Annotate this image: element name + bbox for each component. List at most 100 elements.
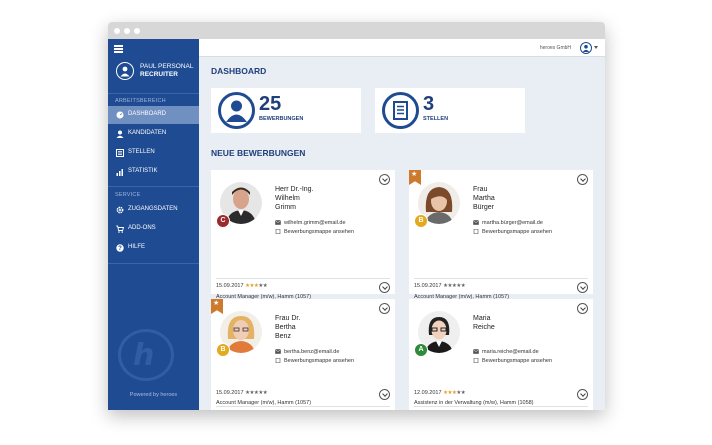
sidebar-item-hilfe[interactable]: ? HILFE	[108, 239, 199, 257]
divider	[414, 406, 588, 407]
job-position: Account Manager (m/w), Hamm (1057)	[216, 400, 312, 406]
sidebar-item-zugangsdaten[interactable]: ZUGANGSDATEN	[108, 201, 199, 219]
applicant-first-name: Bertha	[275, 324, 296, 331]
profile[interactable]: PAUL PERSONAL RECRUITER	[108, 59, 199, 89]
applicant-email[interactable]: wilhelm.grimm@email.de	[275, 220, 346, 226]
window-dot[interactable]	[124, 28, 130, 34]
applicant-last-name: Reiche	[473, 324, 495, 331]
sidebar-item-label: ZUGANGSDATEN	[128, 206, 178, 212]
applicant-email[interactable]: martha.bürger@email.de	[473, 220, 543, 226]
chevron-down-icon[interactable]	[577, 389, 588, 400]
chevron-down-icon[interactable]	[577, 303, 588, 314]
application-folder-link[interactable]: Bewerbungsmappe ansehen	[275, 229, 354, 235]
application-folder-link[interactable]: Bewerbungsmappe ansehen	[473, 358, 552, 364]
applicant-email[interactable]: bertha.benz@email.de	[275, 349, 339, 355]
applicant-salutation: Frau	[473, 186, 488, 193]
dashboard-icon	[116, 111, 124, 119]
chevron-down-icon[interactable]	[379, 303, 390, 314]
stat-number: 3	[423, 93, 435, 115]
window-dot[interactable]	[134, 28, 140, 34]
user-icon	[120, 66, 130, 77]
sidebar-item-statistik[interactable]: STATISTIK	[108, 163, 199, 181]
star-icon: ★	[411, 171, 418, 178]
sidebar-item-label: HILFE	[128, 244, 146, 250]
rating-stars-empty: ★★	[258, 283, 268, 289]
avatar	[116, 62, 134, 80]
applicant-salutation: Herr Dr.-Ing.	[275, 186, 314, 193]
application-card[interactable]: ★ B Frau Martha Bürger martha.bürger@ema…	[409, 170, 593, 294]
sidebar-item-label: STATISTIK	[128, 168, 158, 174]
application-date: 15.09.2017 ★★★★★	[216, 390, 268, 396]
sidebar: PAUL PERSONAL RECRUITER ARBEITSBEREICH D…	[108, 39, 199, 410]
menu-icon[interactable]	[114, 45, 123, 53]
applicant-last-name: Bürger	[473, 204, 495, 211]
list-icon	[116, 149, 124, 157]
window-dot[interactable]	[114, 28, 120, 34]
applicant-last-name: Benz	[275, 333, 291, 340]
applicant-email[interactable]: maria.reiche@email.de	[473, 349, 539, 355]
cart-icon	[116, 225, 124, 233]
divider	[108, 93, 199, 94]
sidebar-item-label: KANDIDATEN	[128, 130, 167, 136]
stat-card-bewerbungen[interactable]: 25 BEWERBUNGEN	[211, 88, 361, 133]
rating-stars-empty: ★★★★★	[443, 283, 466, 289]
application-date: 15.09.2017 ★★★★★	[216, 283, 268, 289]
mail-icon	[473, 349, 479, 354]
section-title: NEUE BEWERBUNGEN	[211, 148, 306, 158]
document-icon	[473, 229, 479, 234]
divider	[108, 263, 199, 264]
applicant-first-name: Wilhelm	[275, 195, 300, 202]
rating-stars: ★★★	[443, 390, 457, 396]
favorite-ribbon[interactable]: ★	[211, 299, 223, 314]
applicant-last-name: Grimm	[275, 204, 296, 211]
sidebar-item-label: ADD-ONS	[128, 225, 156, 231]
chevron-down-icon[interactable]	[379, 389, 390, 400]
applicant-first-name: Maria	[473, 315, 491, 322]
sidebar-item-kandidaten[interactable]: KANDIDATEN	[108, 125, 199, 143]
mail-icon	[473, 220, 479, 225]
grade-badge: A	[414, 343, 428, 357]
star-icon: ★	[213, 300, 220, 307]
user-icon	[116, 130, 124, 138]
application-card[interactable]: C Herr Dr.-Ing. Wilhelm Grimm wilhelm.gr…	[211, 170, 395, 294]
stat-number: 25	[259, 93, 282, 115]
user-menu-button[interactable]	[580, 42, 592, 54]
section-label-service: SERVICE	[115, 192, 141, 198]
divider	[216, 278, 390, 279]
chevron-down-icon[interactable]	[379, 282, 390, 293]
profile-name: PAUL PERSONAL	[140, 63, 194, 70]
grade-badge: C	[216, 214, 230, 228]
chevron-down-icon[interactable]	[379, 174, 390, 185]
application-folder-link[interactable]: Bewerbungsmappe ansehen	[275, 358, 354, 364]
chevron-down-icon[interactable]	[577, 174, 588, 185]
stat-card-stellen[interactable]: 3 STELLEN	[375, 88, 525, 133]
applicant-salutation: Frau Dr.	[275, 315, 301, 322]
company-name: heroes GmbH	[539, 45, 571, 51]
application-date: 15.09.2017 ★★★★★	[414, 283, 466, 289]
rating-stars: ★★★	[245, 283, 259, 289]
stat-label: BEWERBUNGEN	[259, 116, 304, 122]
sidebar-item-label: STELLEN	[128, 149, 155, 155]
chevron-down-icon[interactable]	[594, 46, 598, 49]
document-list-icon	[382, 92, 419, 129]
document-icon	[473, 358, 479, 363]
gear-icon	[116, 206, 124, 214]
page-title: DASHBOARD	[211, 66, 267, 76]
favorite-ribbon[interactable]: ★	[409, 170, 421, 185]
sidebar-item-dashboard[interactable]: DASHBOARD	[108, 106, 199, 124]
chevron-down-icon[interactable]	[577, 282, 588, 293]
sidebar-item-stellen[interactable]: STELLEN	[108, 144, 199, 162]
application-folder-link[interactable]: Bewerbungsmappe ansehen	[473, 229, 552, 235]
sidebar-item-add-ons[interactable]: ADD-ONS	[108, 220, 199, 238]
window-titlebar	[108, 22, 605, 39]
app-window: PAUL PERSONAL RECRUITER ARBEITSBEREICH D…	[108, 22, 605, 410]
profile-role: RECRUITER	[140, 71, 178, 78]
user-icon	[582, 44, 590, 52]
powered-by: Powered by heroes	[129, 392, 178, 398]
grade-badge: B	[216, 343, 230, 357]
svg-text:?: ?	[118, 246, 122, 252]
divider	[216, 406, 390, 407]
mail-icon	[275, 349, 281, 354]
heroes-logo-watermark: h	[118, 329, 174, 381]
divider	[414, 278, 588, 279]
